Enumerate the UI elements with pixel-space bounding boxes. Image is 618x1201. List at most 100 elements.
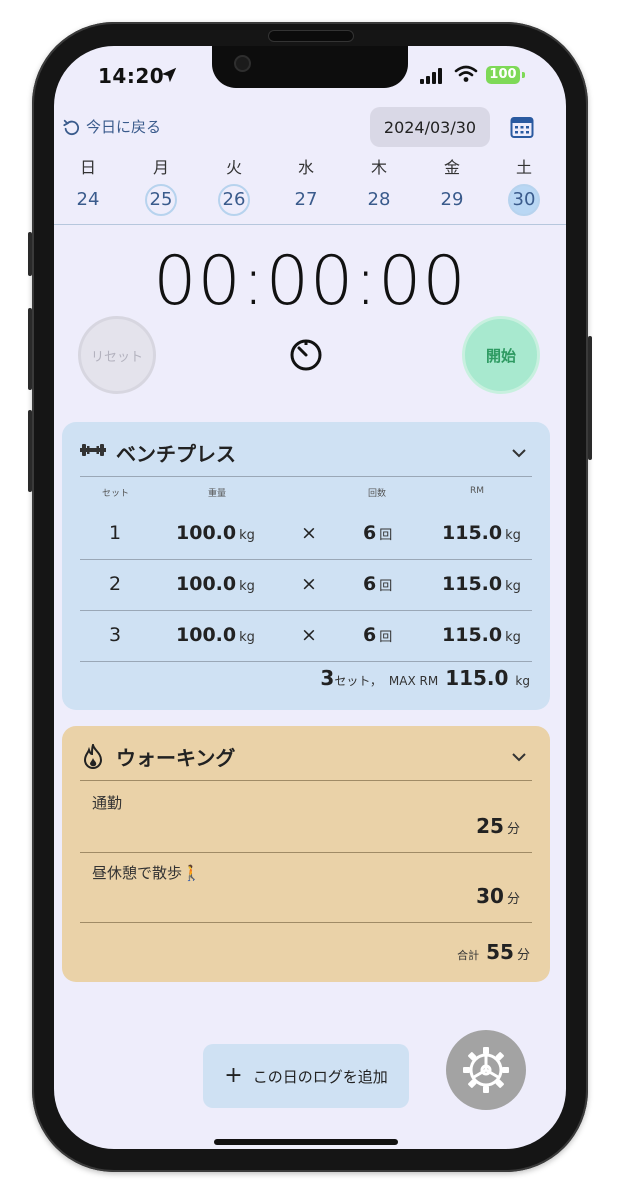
times-sign: × [301,573,317,595]
rm: 115.0 kg [442,573,521,595]
screen: 14:20 100 今日に戻る 2024/03/30 日 24 月 25 火 26 水 27 木… [54,46,566,1149]
weekday-label: 金 [443,158,460,177]
set-number-value: 1 [109,522,122,544]
day-number: 27 [294,189,318,210]
weekday-label: 木 [370,158,387,177]
reps: 6回 [363,522,392,544]
set-row[interactable]: 2 100.0 kg × 6 回 115.0 kg [80,559,532,610]
weekday-label: 日 [79,158,96,177]
front-camera [234,55,251,72]
weekday-label: 火 [225,158,242,177]
reset-button[interactable]: リセット [78,316,156,394]
weight-value: 100.0 [176,573,237,595]
add-log-button[interactable]: + この日のログを追加 [203,1044,409,1108]
rm-value: 115.0 [442,624,503,646]
rm-value: 115.0 [442,522,503,544]
reps-value: 6 [363,573,377,595]
week-strip: 日 24 月 25 火 26 水 27 木 28 金 29 土 30 [54,154,566,225]
weekday-label: 水 [297,158,314,177]
times-sign: × [301,624,317,646]
day-number: 29 [440,189,464,210]
day-25[interactable]: 月 25 [141,158,181,216]
day-26[interactable]: 火 26 [214,158,254,216]
total-unit: 分 [516,948,530,963]
header-rm: RM [470,486,485,496]
header-set: セット [102,489,130,499]
location-arrow-icon [161,67,177,83]
volume-up-button [28,308,32,390]
walking-total: 合計 55 分 [454,940,530,964]
chevron-down-icon[interactable] [510,444,528,462]
weight-unit: kg [239,528,255,543]
walk-minutes-unit: 分 [506,892,520,907]
back-to-today-button[interactable]: 今日に戻る [62,116,161,137]
rm-unit: kg [505,630,521,645]
summary-max-rm: 115.0 [445,666,509,690]
bench-press-title: ベンチプレス [116,442,236,466]
walk-item-minutes: 30 分 [476,884,520,908]
rm-unit: kg [505,528,521,543]
bench-press-card: ベンチプレス セット 重量 回数 RM 1 100.0 kg × 6 回 115.0 kg 2 1… [62,422,550,710]
plus-icon: + [224,1063,243,1088]
reps-unit: 回 [379,579,393,594]
back-to-today-label: 今日に戻る [86,118,162,136]
chevron-down-icon[interactable] [510,748,528,766]
day-number: 25 [145,184,177,216]
walk-minutes-value: 30 [476,884,504,908]
reps: 6回 [363,624,392,646]
weekday-label: 月 [152,158,169,177]
day-27[interactable]: 水 27 [286,158,326,216]
set-number: 2 [109,573,121,595]
reps-value: 6 [363,624,377,646]
day-number: 26 [218,184,250,216]
mute-switch [28,232,32,276]
set-number: 1 [109,522,121,544]
times-sign-value: × [301,573,317,595]
timer-display: 00:00:00 [153,242,467,321]
flame-icon [83,744,103,769]
weight-unit: kg [239,630,255,645]
divider [80,661,532,662]
add-log-label: この日のログを追加 [252,1067,388,1086]
weight-value: 100.0 [176,624,237,646]
day-number: 28 [367,189,391,210]
gear-icon [463,1047,509,1093]
divider [80,780,532,781]
day-30[interactable]: 土 30 [504,158,544,216]
undo-icon [63,119,79,135]
walking-card: ウォーキング 通勤 25 分 昼休憩で散歩🚶 30 分 合計 55 分 [62,726,550,982]
set-number: 3 [109,624,121,646]
cellular-signal-icon [420,68,442,84]
set-row[interactable]: 3 100.0 kg × 6 回 115.0 kg [80,610,532,661]
divider [80,922,532,923]
times-sign: × [301,522,317,544]
walking-title: ウォーキング [116,746,236,770]
calendar-icon[interactable] [510,115,534,139]
settings-button[interactable] [446,1030,526,1110]
summary-sets: 3 [320,666,335,690]
date-picker-button[interactable]: 2024/03/30 [370,107,490,147]
walk-item-name: 昼休憩で散歩🚶 [92,864,201,882]
weight-value: 100.0 [176,522,237,544]
notch [212,46,408,88]
set-number-value: 3 [109,624,122,646]
power-button [588,336,592,460]
stopwatch-icon[interactable] [288,336,324,372]
day-28[interactable]: 木 28 [359,158,399,216]
battery-tip [522,72,525,78]
day-24[interactable]: 日 24 [68,158,108,216]
weight: 100.0 kg [176,522,255,544]
divider [80,476,532,477]
total-value: 55 [486,940,514,964]
set-row[interactable]: 1 100.0 kg × 6 回 115.0 kg [80,508,532,559]
day-29[interactable]: 金 29 [432,158,472,216]
battery-indicator: 100 [486,66,520,84]
divider [80,852,532,853]
total-label: 合計 [457,949,480,962]
bench-summary: 3セット， MAX RM 115.0 kg [320,666,530,690]
wifi-icon [454,65,478,82]
walk-item-name: 通勤 [92,794,123,812]
start-button[interactable]: 開始 [462,316,540,394]
times-sign-value: × [301,522,317,544]
rm: 115.0 kg [442,624,521,646]
